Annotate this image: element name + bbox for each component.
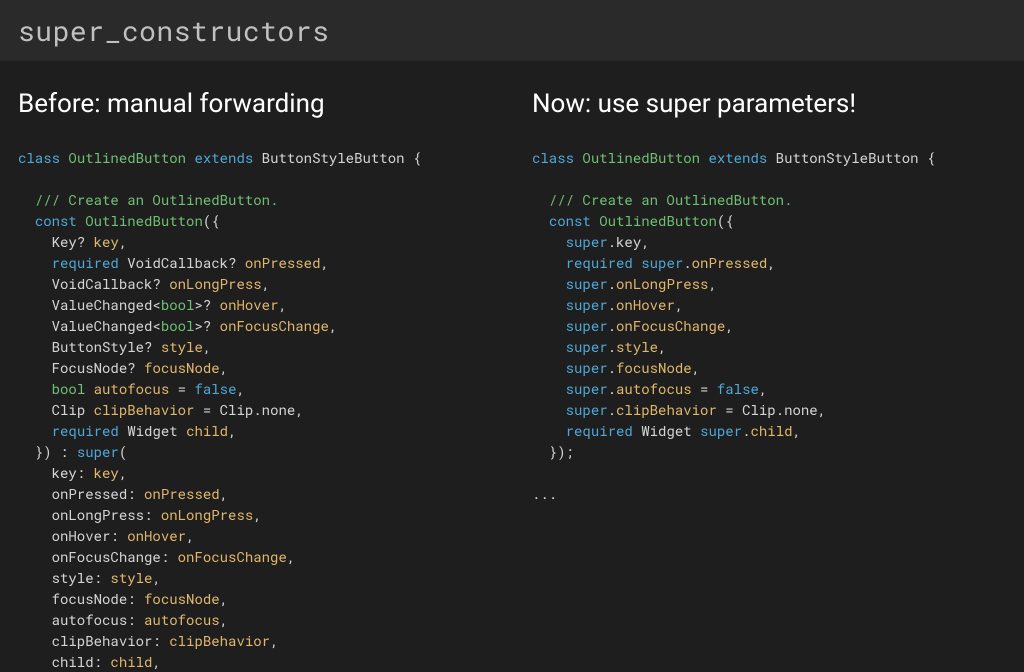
left-column-title: Before: manual forwarding (18, 89, 492, 119)
right-column-title: Now: use super parameters! (532, 89, 1006, 119)
left-column: Before: manual forwarding class Outlined… (18, 89, 492, 672)
slide-header: super_constructors (0, 0, 1024, 61)
right-column: Now: use super parameters! class Outline… (532, 89, 1006, 672)
slide-title: super_constructors (18, 12, 329, 49)
left-code-block: class OutlinedButton extends ButtonStyle… (18, 147, 492, 672)
columns: Before: manual forwarding class Outlined… (0, 61, 1024, 672)
right-code-block: class OutlinedButton extends ButtonStyle… (532, 147, 1006, 504)
